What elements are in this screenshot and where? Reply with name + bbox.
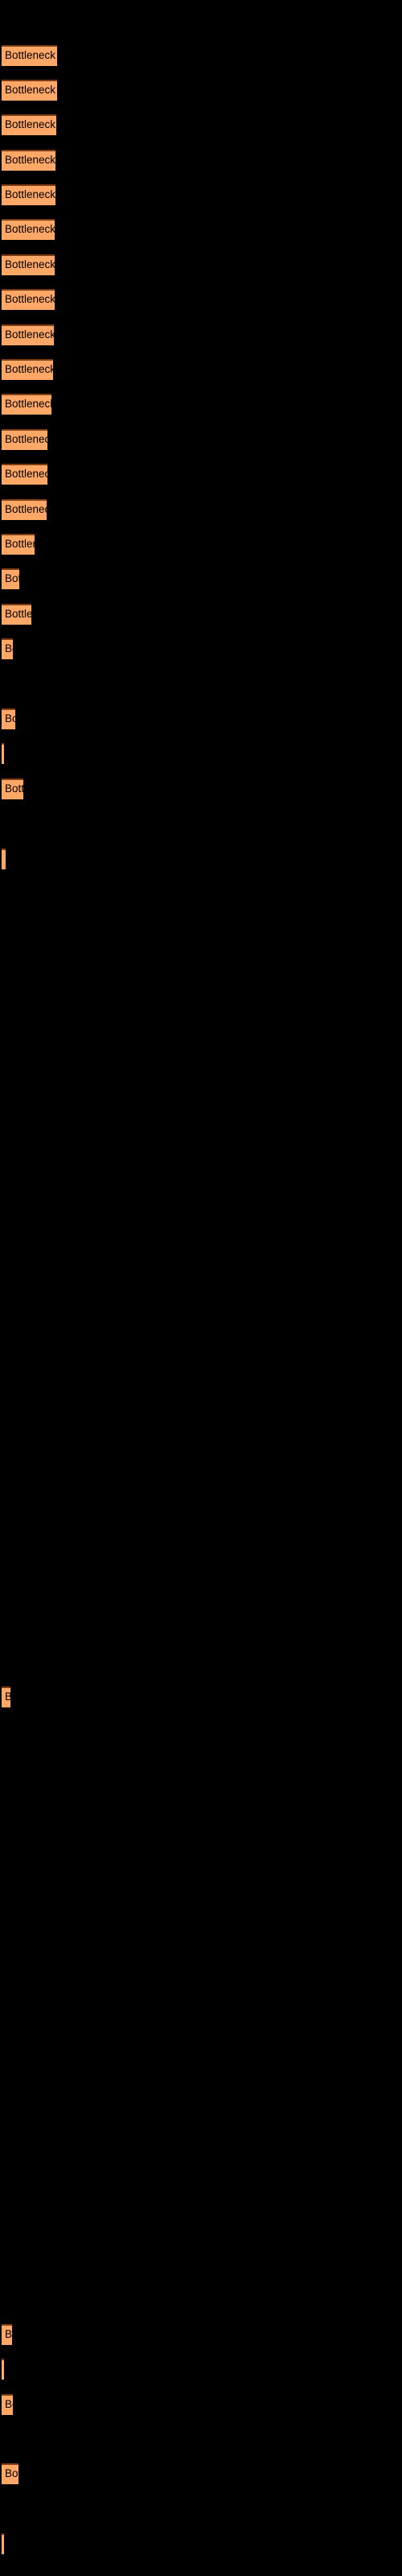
bar-row: Bottleneck result — [0, 2394, 402, 2415]
bar-11 — [2, 394, 51, 415]
bar-row: Bottleneck result — [0, 184, 402, 205]
bar-row: Bottleneck result — [0, 708, 402, 729]
bar-21 — [2, 743, 4, 764]
bar-row — [0, 2359, 402, 2380]
bar-row: Bottleneck result — [0, 534, 402, 555]
bar-2 — [2, 80, 57, 101]
bar-67 — [2, 2359, 4, 2380]
bar-66 — [2, 2324, 12, 2345]
bar-row: Bottleneck result — [0, 499, 402, 520]
bar-row — [0, 848, 402, 869]
bar-row — [0, 743, 402, 764]
bar-3 — [2, 114, 56, 135]
bar-7 — [2, 254, 55, 275]
bar-row — [0, 2533, 402, 2554]
bar-row: Bottleneck result — [0, 638, 402, 659]
bar-48 — [2, 1686, 10, 1707]
bar-row: Bottleneck result — [0, 1686, 402, 1707]
bar-row: Bottleneck result — [0, 114, 402, 135]
bar-row: Bottleneck result — [0, 2463, 402, 2484]
bar-14 — [2, 499, 47, 520]
bar-6 — [2, 219, 55, 240]
bar-row: Bottleneck result — [0, 359, 402, 380]
bar-row: Bottleneck result — [0, 464, 402, 485]
bar-row: Bottleneck result — [0, 45, 402, 66]
bar-24 — [2, 848, 6, 869]
bar-15 — [2, 534, 35, 555]
bar-20 — [2, 708, 15, 729]
bar-5 — [2, 184, 55, 205]
bottleneck-bar-chart: Bottleneck result Bottleneck result Bottle… — [0, 0, 402, 2576]
bar-16 — [2, 568, 19, 589]
bar-row: Bottleneck result — [0, 289, 402, 310]
bar-1 — [2, 45, 57, 66]
bar-8 — [2, 289, 55, 310]
bar-10 — [2, 359, 53, 380]
bar-18 — [2, 638, 13, 659]
bar-72 — [2, 2533, 4, 2554]
bar-row: Bottleneck result — [0, 254, 402, 275]
bar-row: Bottleneck result — [0, 778, 402, 799]
bar-22 — [2, 778, 23, 799]
bar-row: Bottleneck result — [0, 80, 402, 101]
bar-row: Bottleneck result — [0, 150, 402, 171]
bar-68 — [2, 2394, 13, 2415]
bar-row: Bottleneck result — [0, 324, 402, 345]
bar-row: Bottleneck result — [0, 568, 402, 589]
bar-row: Bottleneck result — [0, 2324, 402, 2345]
bar-4 — [2, 150, 55, 171]
bar-9 — [2, 324, 54, 345]
bar-12 — [2, 429, 47, 450]
bar-13 — [2, 464, 47, 485]
bar-row: Bottleneck result — [0, 604, 402, 625]
bar-row: Bottleneck result — [0, 219, 402, 240]
bar-17 — [2, 604, 31, 625]
bar-70 — [2, 2463, 18, 2484]
bar-row: Bottleneck result — [0, 394, 402, 415]
bar-row: Bottleneck result — [0, 429, 402, 450]
